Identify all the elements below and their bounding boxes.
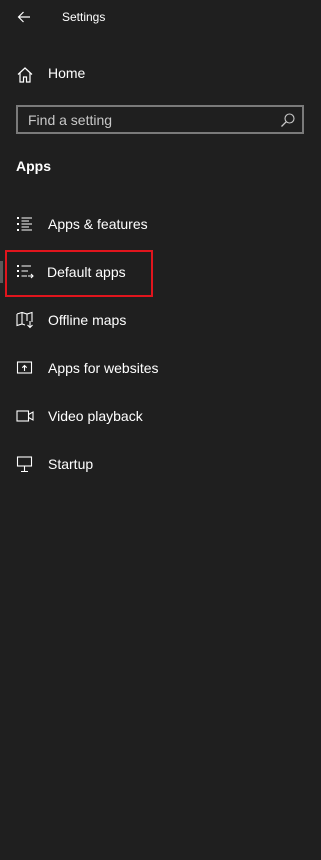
back-button[interactable] [12,5,36,29]
default-apps-icon [16,263,34,281]
section-title: Apps [16,158,51,174]
nav-item-label: Video playback [48,408,143,424]
title-bar: Settings [0,0,321,34]
nav-item-video-playback[interactable]: Video playback [0,392,321,440]
nav-item-apps-features[interactable]: Apps & features [0,200,321,248]
offline-maps-icon [16,311,34,329]
back-arrow-icon [17,11,31,23]
search-icon[interactable] [280,112,296,128]
nav-home[interactable]: Home [0,58,321,90]
nav-item-label: Startup [48,456,94,472]
window-title: Settings [62,10,106,24]
apps-for-websites-icon [16,359,34,377]
home-label: Home [48,65,86,81]
apps-features-icon [16,215,34,233]
nav-item-label: Offline maps [48,312,127,328]
selection-indicator [0,261,3,283]
search-box[interactable] [16,105,304,134]
video-playback-icon [16,407,34,425]
home-icon [16,66,34,84]
nav-item-default-apps[interactable]: Default apps [0,248,321,296]
nav-item-apps-for-websites[interactable]: Apps for websites [0,344,321,392]
nav-item-offline-maps[interactable]: Offline maps [0,296,321,344]
startup-icon [16,455,34,473]
nav-item-label: Default apps [47,264,126,280]
nav-item-label: Apps for websites [48,360,159,376]
search-input[interactable] [18,107,278,132]
nav-item-startup[interactable]: Startup [0,440,321,488]
nav-item-label: Apps & features [48,216,148,232]
